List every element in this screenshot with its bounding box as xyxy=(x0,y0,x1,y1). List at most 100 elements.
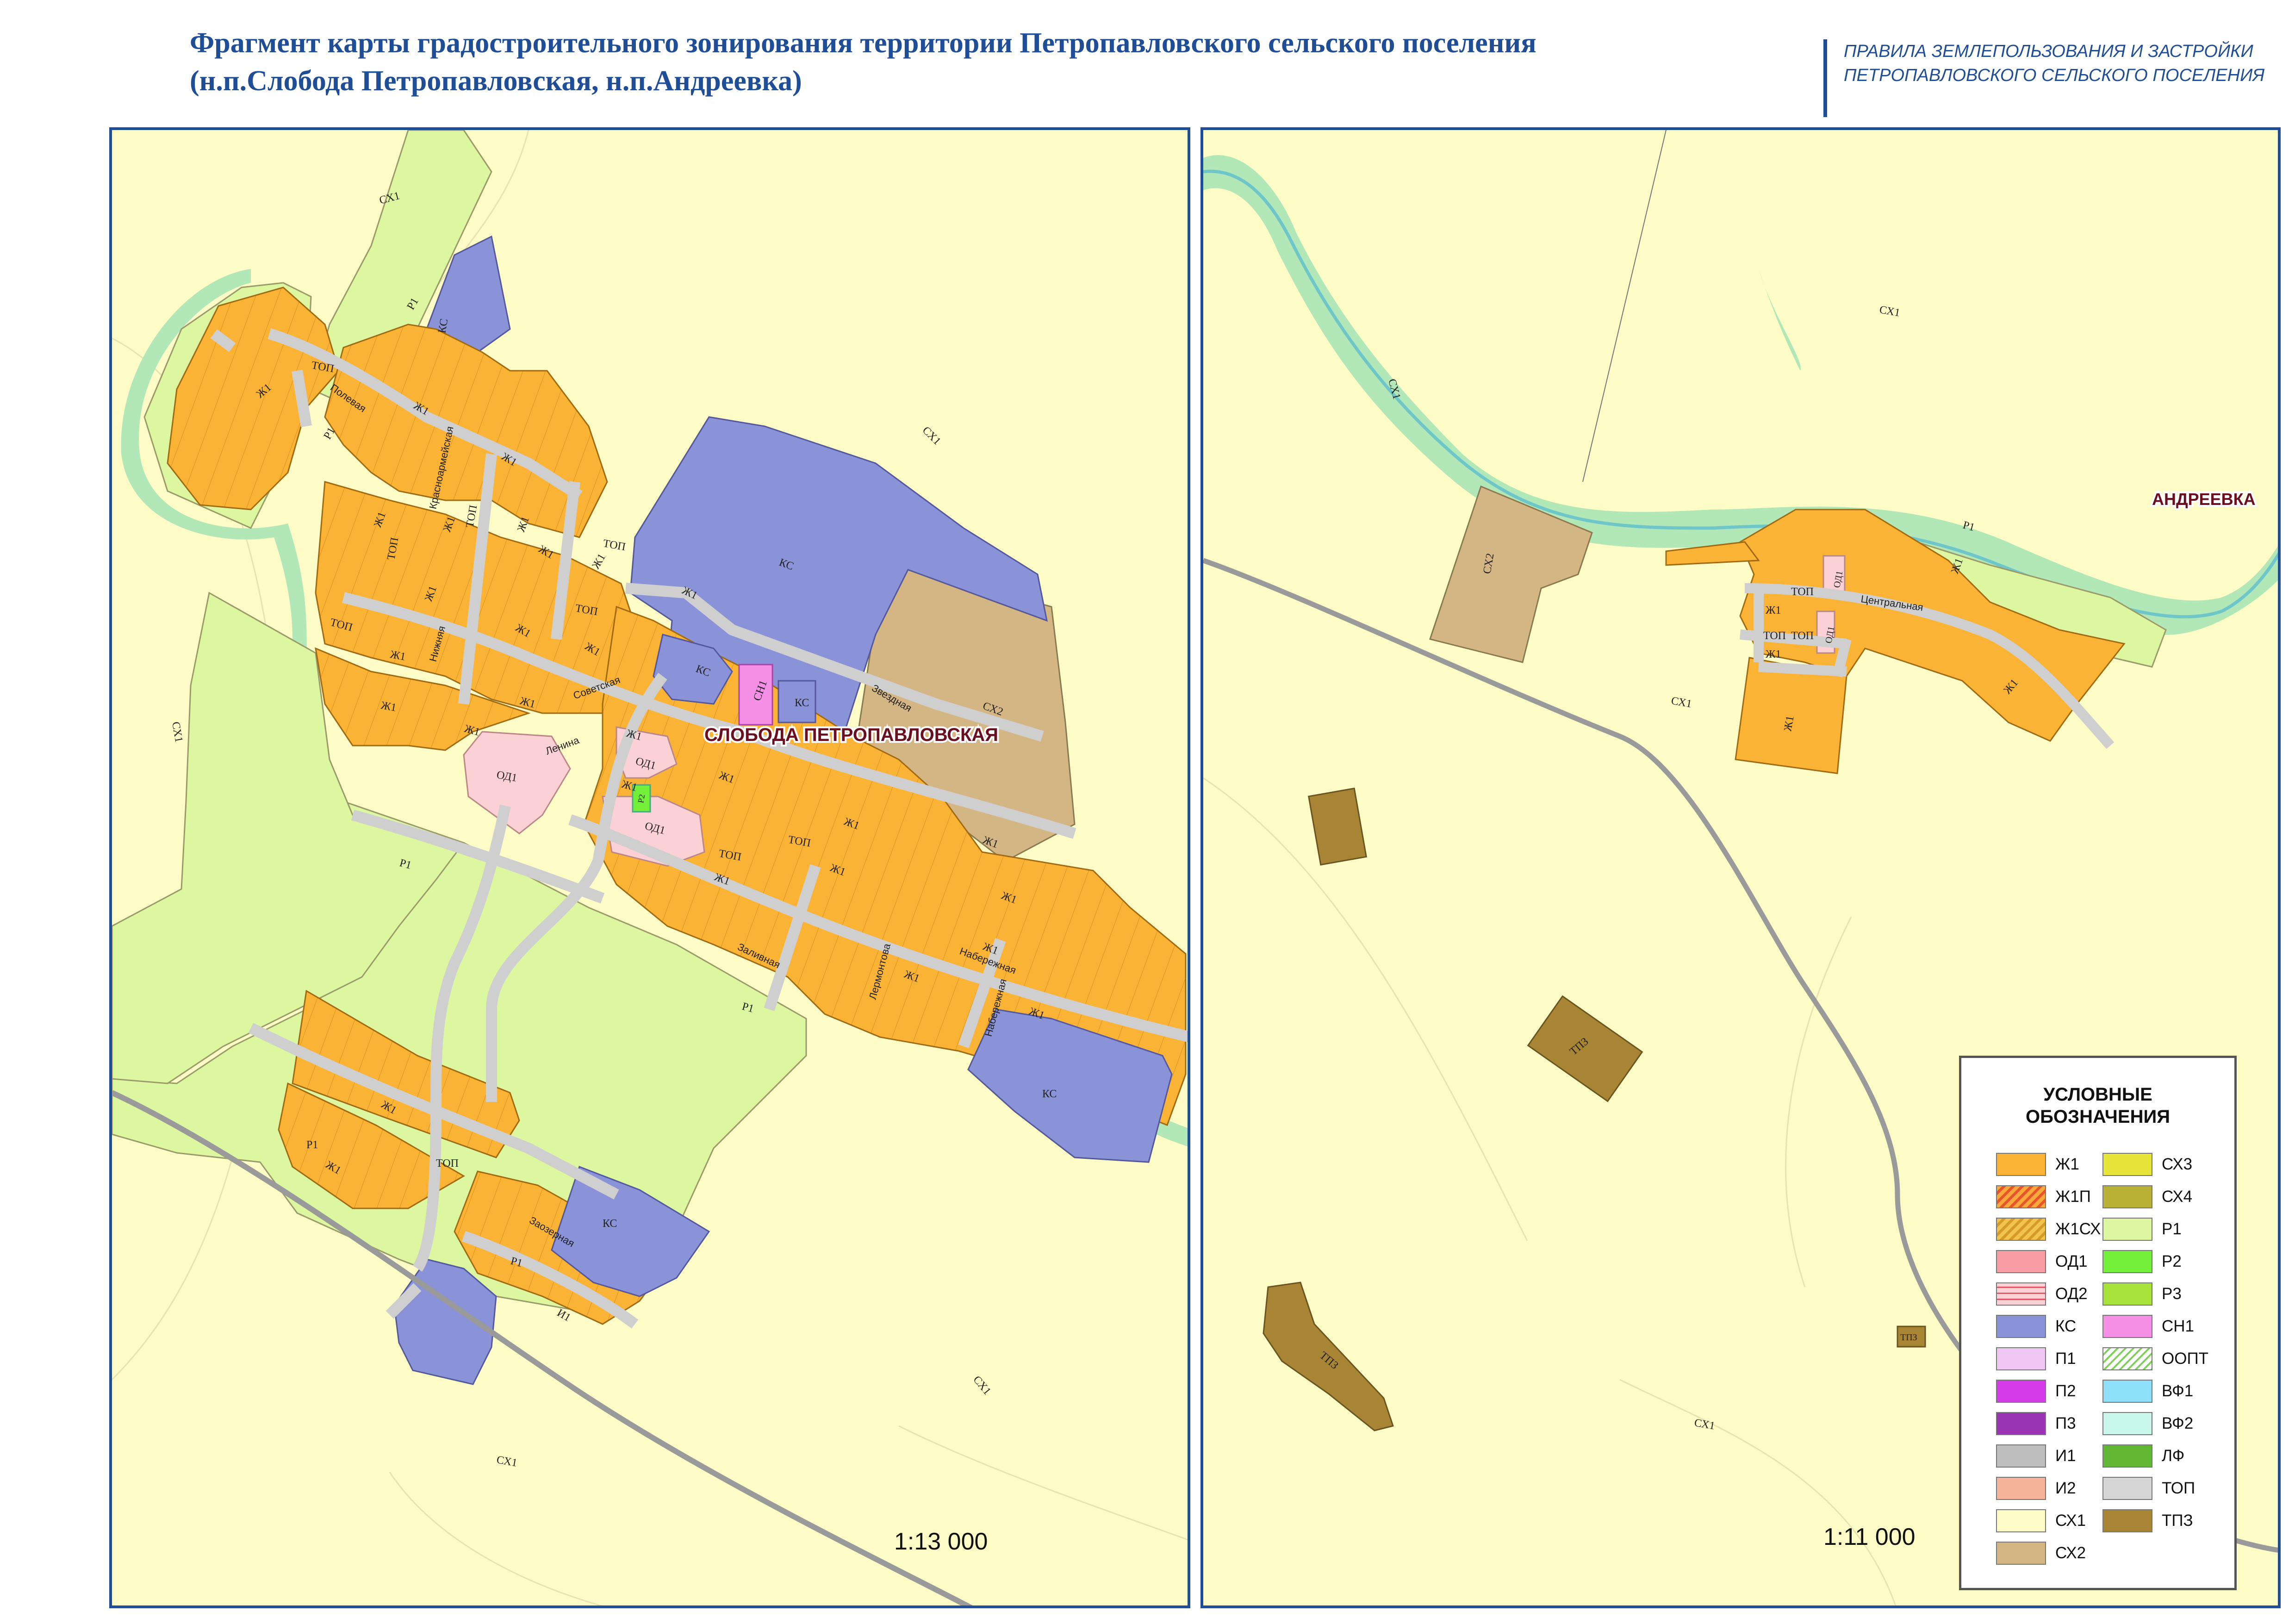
legend-item-ОД1: ОД1 xyxy=(1996,1250,2088,1273)
legend-item-ТОП: ТОП xyxy=(2102,1477,2195,1500)
legend-label: ТОП xyxy=(2162,1479,2195,1497)
legend-item-Р3: Р3 xyxy=(2102,1282,2182,1306)
legend-label: СН1 xyxy=(2162,1317,2195,1335)
legend-swatch xyxy=(1996,1542,2046,1565)
legend-swatch xyxy=(2102,1315,2152,1338)
legend-item-ВФ2: ВФ2 xyxy=(2102,1412,2193,1435)
label-top-b: ТОП xyxy=(602,537,627,553)
label-sx1-b: СХ1 xyxy=(920,424,943,448)
legend-label: СХ2 xyxy=(2055,1544,2086,1562)
stream xyxy=(1759,269,1801,371)
legend-item-ОД2: ОД2 xyxy=(1996,1282,2088,1306)
legend-item-Р1: Р1 xyxy=(2102,1218,2182,1241)
legend-swatch xyxy=(2102,1380,2152,1403)
legend-label: И2 xyxy=(2055,1479,2076,1497)
legend-label: ООПТ xyxy=(2162,1350,2208,1368)
field-boundary xyxy=(1582,130,1667,482)
legend-label: Р2 xyxy=(2162,1252,2182,1270)
legend-label: Ж1П xyxy=(2055,1188,2091,1206)
legend-swatch xyxy=(2102,1250,2152,1273)
legend-swatch xyxy=(2102,1218,2152,1241)
label-zh1-c: Ж1 xyxy=(1766,648,1781,660)
legend-item-Ж1: Ж1 xyxy=(1996,1153,2079,1176)
legend-item-Ж1П: Ж1П xyxy=(1996,1185,2091,1208)
label-ks-f: КС xyxy=(603,1218,617,1230)
label-sx1-a: СХ1 xyxy=(1878,304,1901,319)
legend-label: ЛФ xyxy=(2162,1447,2185,1465)
legend-item-ТПЗ: ТПЗ xyxy=(2102,1509,2193,1532)
legend-item-СХ3: СХ3 xyxy=(2102,1153,2192,1176)
rules-header: ПРАВИЛА ЗЕМЛЕПОЛЬЗОВАНИЯ И ЗАСТРОЙКИ ПЕТ… xyxy=(1823,39,2295,117)
rules-header-line2: ПЕТРОПАВЛОВСКОГО СЕЛЬСКОГО ПОСЕЛЕНИЯ xyxy=(1844,66,2265,85)
label-top-i: ТОП xyxy=(436,1157,459,1170)
label-r1-e: Р1 xyxy=(306,1139,318,1151)
label-top-b: ТОП xyxy=(1791,630,1814,642)
legend-swatch xyxy=(2102,1412,2152,1435)
legend-swatch xyxy=(1996,1282,2046,1306)
legend-label: КС xyxy=(2055,1317,2077,1335)
legend-item-Р2: Р2 xyxy=(2102,1250,2182,1273)
legend-swatch xyxy=(1996,1315,2046,1338)
sloboda-map-canvas: СХ1 СХ1 СХ1 СХ1 СХ1 Р1 Р1 Р1 Р1 Р1 Р1 Ж1… xyxy=(112,130,1188,1605)
label-sx1-d: СХ1 xyxy=(970,1374,993,1397)
legend-label: Р1 xyxy=(2162,1220,2182,1238)
river-band xyxy=(1203,155,2278,635)
settlement-sloboda: СЛОБОДА ПЕТРОПАВЛОВСКАЯ xyxy=(704,725,998,745)
legend-item-СХ1: СХ1 xyxy=(1996,1509,2086,1532)
legend-swatch xyxy=(1996,1444,2046,1468)
legend-swatch xyxy=(1996,1477,2046,1500)
legend-swatch xyxy=(2102,1282,2152,1306)
label-r2: Р2 xyxy=(636,793,647,803)
legend-label: ОД2 xyxy=(2055,1285,2088,1303)
legend-swatch xyxy=(2102,1153,2152,1176)
legend-swatch xyxy=(1996,1380,2046,1403)
map-panel-sloboda[interactable]: СХ1 СХ1 СХ1 СХ1 СХ1 Р1 Р1 Р1 Р1 Р1 Р1 Ж1… xyxy=(109,127,1190,1608)
legend-label: П2 xyxy=(2055,1382,2076,1400)
label-top-a: ТОП xyxy=(1791,586,1814,598)
label-sx1-c: СХ1 xyxy=(169,721,185,744)
legend-label: Ж1СХ xyxy=(2055,1220,2101,1238)
legend-item-И1: И1 xyxy=(1996,1444,2076,1468)
map-title-line2: (н.п.Слобода Петропавловская, н.п.Андрее… xyxy=(190,65,802,97)
legend-label: Ж1 xyxy=(2055,1155,2079,1173)
map-panel-andreevka[interactable]: СХ1 СХ1 СХ1 СХ1 СХ2 Р1 Ж1 Ж1 Ж1 Ж1 Ж1 ОД… xyxy=(1200,127,2281,1608)
legend-label: ОД1 xyxy=(2055,1252,2088,1270)
legend-item-СХ4: СХ4 xyxy=(2102,1185,2192,1208)
label-tp3-c: ТПЗ xyxy=(1900,1332,1917,1343)
legend-swatch xyxy=(1996,1185,2046,1208)
legend: УСЛОВНЫЕ ОБОЗНАЧЕНИЯ Ж1 Ж1П Ж1СХ ОД1 ОД2 КС П1… xyxy=(1959,1056,2237,1590)
rules-header-line1: ПРАВИЛА ЗЕМЛЕПОЛЬЗОВАНИЯ И ЗАСТРОЙКИ xyxy=(1844,42,2253,61)
legend-item-КС: КС xyxy=(1996,1315,2076,1338)
legend-label: ВФ1 xyxy=(2162,1382,2194,1400)
label-zh1-h: Ж1 xyxy=(590,552,608,571)
settlement-andreevka: АНДРЕЕВКА xyxy=(2152,490,2256,509)
legend-item-Ж1СХ: Ж1СХ xyxy=(1996,1218,2101,1241)
legend-item-П2: П2 xyxy=(1996,1380,2076,1403)
legend-swatch xyxy=(2102,1444,2152,1468)
label-zh1-b: Ж1 xyxy=(1766,604,1781,616)
map-title: Фрагмент карты градостроительного зониро… xyxy=(190,24,1717,100)
legend-label: П3 xyxy=(2055,1414,2076,1432)
legend-swatch xyxy=(2102,1477,2152,1500)
contour-lines xyxy=(1203,777,1897,1605)
legend-label: ТПЗ xyxy=(2162,1512,2193,1530)
legend-item-ООПТ: ООПТ xyxy=(2102,1347,2208,1370)
legend-swatch xyxy=(1996,1153,2046,1176)
legend-item-СН1: СН1 xyxy=(2102,1315,2194,1338)
scale-right: 1:11 000 xyxy=(1823,1524,1916,1550)
legend-swatch xyxy=(1996,1218,2046,1241)
legend-label: П1 xyxy=(2055,1350,2076,1368)
legend-item-П3: П3 xyxy=(1996,1412,2076,1435)
legend-label: И1 xyxy=(2055,1447,2076,1465)
label-sx1-e: СХ1 xyxy=(496,1454,518,1469)
legend-item-П1: П1 xyxy=(1996,1347,2076,1370)
scale-left: 1:13 000 xyxy=(894,1528,988,1555)
zone-tp3-a xyxy=(1307,787,1368,866)
legend-label: СХ1 xyxy=(2055,1512,2086,1530)
legend-label: СХ4 xyxy=(2162,1188,2193,1206)
legend-label: Р3 xyxy=(2162,1285,2182,1303)
legend-label: ВФ2 xyxy=(2162,1414,2194,1432)
legend-swatch xyxy=(1996,1347,2046,1370)
label-top-e: ТОП xyxy=(464,504,479,529)
legend-title-line1: УСЛОВНЫЕ xyxy=(2043,1084,2152,1105)
